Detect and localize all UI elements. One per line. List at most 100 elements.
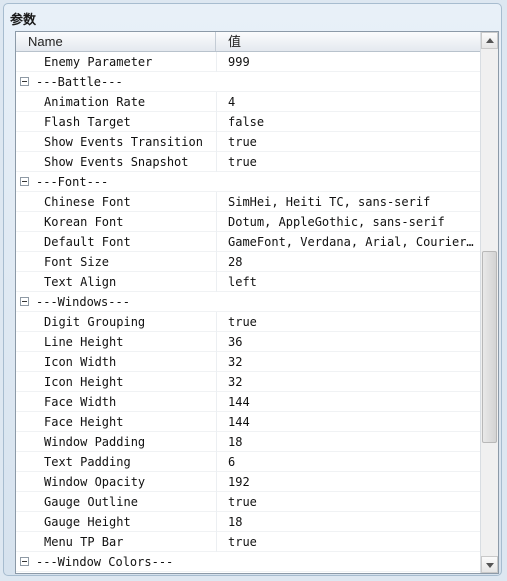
column-divider — [216, 232, 217, 252]
property-row[interactable]: Text Align left — [16, 272, 480, 292]
column-divider — [216, 212, 217, 232]
property-name: Animation Rate — [44, 95, 146, 109]
property-name: Window Padding — [44, 435, 146, 449]
column-divider — [216, 472, 217, 492]
property-value[interactable]: false — [228, 112, 476, 132]
property-row[interactable]: Digit Grouping true — [16, 312, 480, 332]
property-row[interactable]: Chinese Font SimHei, Heiti TC, sans-serif — [16, 192, 480, 212]
property-value[interactable]: Dotum, AppleGothic, sans-serif — [228, 212, 476, 232]
property-name: Gauge Outline — [44, 495, 138, 509]
category-row[interactable]: ---Windows--- — [16, 292, 480, 312]
collapse-minus-icon[interactable] — [20, 77, 29, 86]
property-name: Flash Target — [44, 115, 131, 129]
column-divider — [216, 332, 217, 352]
column-divider — [216, 392, 217, 412]
parameters-panel: 参数 Name 值 Enemy Parameter 999 ---Battle---… — [3, 3, 502, 576]
column-divider — [216, 532, 217, 552]
property-row[interactable]: Gauge Outline true — [16, 492, 480, 512]
property-row[interactable]: Default Font GameFont, Verdana, Arial, Co… — [16, 232, 480, 252]
scroll-down-arrow-icon — [486, 563, 494, 568]
category-label: ---Windows--- — [36, 295, 130, 309]
property-value[interactable]: 18 — [228, 512, 476, 532]
property-name: Window Opacity — [44, 475, 146, 489]
property-value[interactable]: true — [228, 132, 476, 152]
property-value[interactable]: 999 — [228, 52, 476, 72]
column-divider — [216, 252, 217, 272]
property-row[interactable]: Enemy Parameter 999 — [16, 52, 480, 72]
property-value[interactable]: SimHei, Heiti TC, sans-serif — [228, 192, 476, 212]
column-header-name[interactable]: Name — [16, 32, 216, 51]
property-name: Default Font — [44, 235, 131, 249]
property-row[interactable]: Icon Width 32 — [16, 352, 480, 372]
property-name: Menu TP Bar — [44, 535, 124, 549]
property-value[interactable]: 4 — [228, 92, 476, 112]
column-divider — [216, 312, 217, 332]
property-name: Show Events Snapshot — [44, 155, 189, 169]
property-value[interactable]: 28 — [228, 252, 476, 272]
property-value[interactable]: 32 — [228, 372, 476, 392]
grid-rows: Enemy Parameter 999 ---Battle--- Animation … — [16, 52, 480, 572]
collapse-minus-icon[interactable] — [20, 557, 29, 566]
property-row[interactable]: Show Events Snapshot true — [16, 152, 480, 172]
property-row[interactable]: Gauge Height 18 — [16, 512, 480, 532]
property-name: Gauge Height — [44, 515, 131, 529]
property-row[interactable]: Face Height 144 — [16, 412, 480, 432]
property-value[interactable]: 32 — [228, 352, 476, 372]
panel-title: 参数 — [10, 13, 37, 28]
property-name: Font Size — [44, 255, 110, 269]
property-row[interactable]: Window Padding 18 — [16, 432, 480, 452]
column-divider — [216, 372, 217, 392]
scroll-down-button[interactable] — [481, 556, 498, 573]
property-value[interactable]: true — [228, 312, 476, 332]
category-label: ---Window Colors--- — [36, 555, 174, 569]
property-row[interactable]: Animation Rate 4 — [16, 92, 480, 112]
property-row[interactable]: Icon Height 32 — [16, 372, 480, 392]
property-value[interactable]: 144 — [228, 412, 476, 432]
property-row[interactable]: Show Events Transition true — [16, 132, 480, 152]
property-row[interactable]: Font Size 28 — [16, 252, 480, 272]
collapse-minus-icon[interactable] — [20, 177, 29, 186]
grid-header: Name 值 — [16, 32, 480, 52]
property-value[interactable]: 192 — [228, 472, 476, 492]
property-row[interactable]: Face Width 144 — [16, 392, 480, 412]
column-divider — [216, 92, 217, 112]
property-row[interactable]: Text Padding 6 — [16, 452, 480, 472]
column-divider — [216, 52, 217, 72]
property-value[interactable]: GameFont, Verdana, Arial, Courier … — [228, 232, 476, 252]
property-row[interactable]: Flash Target false — [16, 112, 480, 132]
vertical-scrollbar[interactable] — [480, 32, 498, 573]
scroll-up-arrow-icon — [486, 38, 494, 43]
category-row[interactable]: ---Font--- — [16, 172, 480, 192]
column-divider — [216, 512, 217, 532]
column-divider — [216, 432, 217, 452]
property-name: Text Align — [44, 275, 117, 289]
column-divider — [216, 492, 217, 512]
property-grid: Name 值 Enemy Parameter 999 ---Battle--- Ani… — [15, 31, 499, 574]
property-value[interactable]: left — [228, 272, 476, 292]
property-row[interactable]: Korean Font Dotum, AppleGothic, sans-seri… — [16, 212, 480, 232]
property-row[interactable]: Window Opacity 192 — [16, 472, 480, 492]
scroll-up-button[interactable] — [481, 32, 498, 49]
property-value[interactable]: 6 — [228, 452, 476, 472]
property-name: Face Width — [44, 395, 117, 409]
property-row[interactable]: Menu TP Bar true — [16, 532, 480, 552]
scrollbar-thumb[interactable] — [482, 251, 497, 443]
category-row[interactable]: ---Window Colors--- — [16, 552, 480, 572]
property-value[interactable]: true — [228, 152, 476, 172]
property-value[interactable]: 144 — [228, 392, 476, 412]
category-row[interactable]: ---Battle--- — [16, 72, 480, 92]
property-name: Icon Width — [44, 355, 117, 369]
category-label: ---Font--- — [36, 175, 109, 189]
property-value[interactable]: true — [228, 532, 476, 552]
property-row[interactable]: Line Height 36 — [16, 332, 480, 352]
property-value[interactable]: true — [228, 492, 476, 512]
property-name: Text Padding — [44, 455, 131, 469]
property-value[interactable]: 36 — [228, 332, 476, 352]
property-value[interactable]: 18 — [228, 432, 476, 452]
column-divider — [216, 352, 217, 372]
column-divider — [216, 272, 217, 292]
property-name: Icon Height — [44, 375, 124, 389]
column-header-value[interactable]: 值 — [216, 32, 480, 51]
collapse-minus-icon[interactable] — [20, 297, 29, 306]
category-label: ---Battle--- — [36, 75, 123, 89]
